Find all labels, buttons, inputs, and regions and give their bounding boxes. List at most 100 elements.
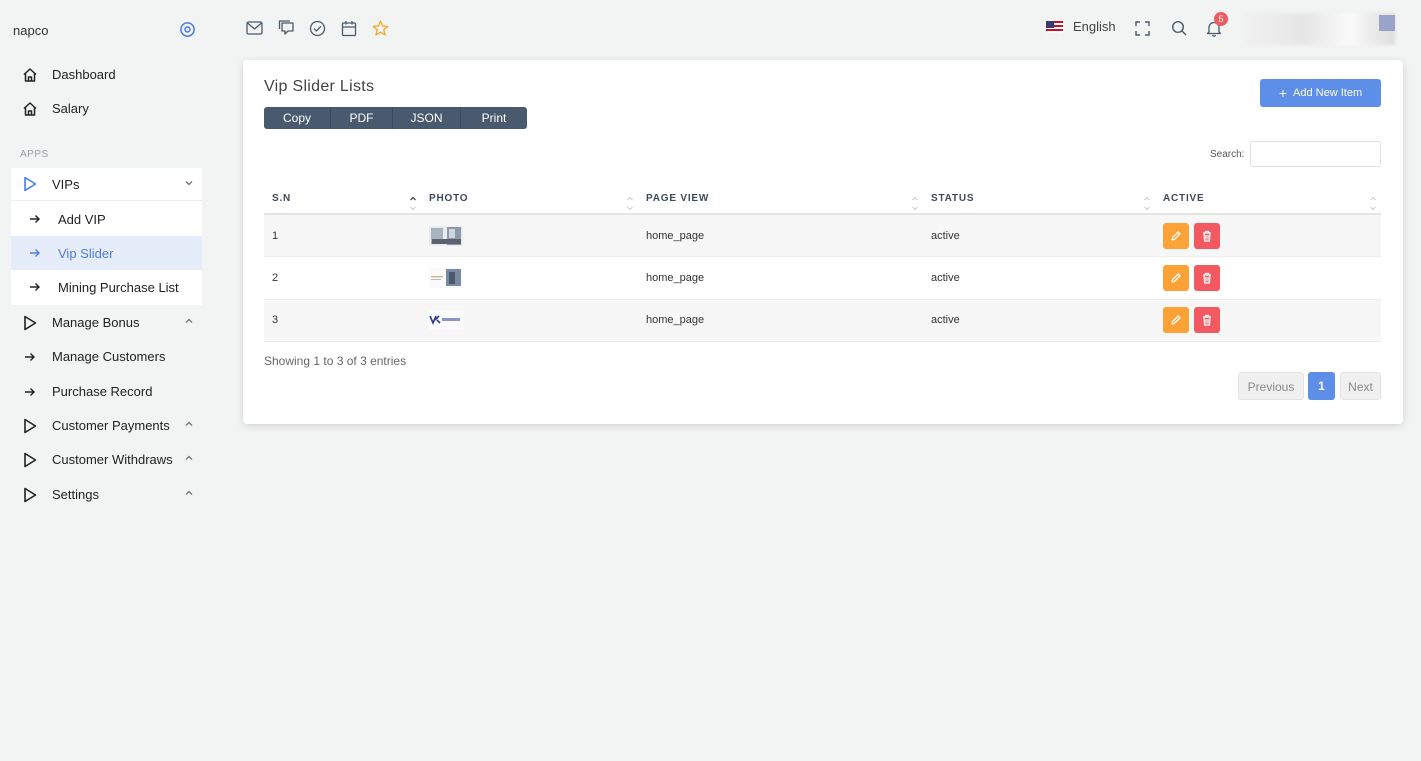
sidebar-item-label: Dashboard <box>52 67 116 82</box>
sidebar-item-purchase-record[interactable]: Purchase Record <box>11 375 202 408</box>
sidebar-item-salary[interactable]: Salary <box>11 92 202 125</box>
sidebar-item-vips[interactable]: VIPs <box>11 168 202 201</box>
cell-page-view: home_page <box>638 214 923 257</box>
sidebar-item-label: Manage Customers <box>52 349 166 364</box>
arrow-right-icon <box>29 246 43 260</box>
pencil-icon <box>1171 273 1181 283</box>
sidebar-item-dashboard[interactable]: Dashboard <box>11 58 202 91</box>
sort-asc-icon <box>410 196 416 211</box>
cell-sn: 3 <box>264 299 421 342</box>
copy-button[interactable]: Copy <box>264 107 331 129</box>
plus-icon: + <box>1278 85 1288 101</box>
cell-status: active <box>923 299 1155 342</box>
play-icon <box>21 175 39 193</box>
sidebar-item-manage-bonus[interactable]: Manage Bonus <box>11 306 202 339</box>
column-header-sn[interactable]: S.N <box>264 184 421 215</box>
arrow-right-icon <box>21 348 39 366</box>
brand-name[interactable]: napco <box>13 23 48 38</box>
home-icon <box>21 100 39 118</box>
arrow-right-icon <box>29 212 43 226</box>
sidebar-subitem-add-vip[interactable]: Add VIP <box>11 202 202 236</box>
print-button[interactable]: Print <box>461 107 527 129</box>
cell-sn: 1 <box>264 214 421 257</box>
vip-slider-card: Vip Slider Lists Copy PDF JSON Print + A… <box>243 60 1403 424</box>
search-input[interactable] <box>1250 141 1381 167</box>
cell-photo <box>421 299 638 342</box>
calendar-icon[interactable] <box>340 19 358 37</box>
chevron-up-icon <box>185 318 193 323</box>
pencil-icon <box>1171 230 1181 241</box>
column-header-status[interactable]: STATUS <box>923 184 1155 215</box>
column-header-page-view[interactable]: PAGE VIEW <box>638 184 923 215</box>
avatar[interactable] <box>1379 15 1395 31</box>
cell-status: active <box>923 256 1155 300</box>
sidebar-item-manage-customers[interactable]: Manage Customers <box>11 340 202 373</box>
sidebar-item-label: Manage Bonus <box>52 315 140 330</box>
cell-page-view: home_page <box>638 299 923 342</box>
play-icon <box>21 417 39 435</box>
delete-button[interactable] <box>1194 307 1221 334</box>
sort-icon <box>912 196 918 211</box>
fullscreen-icon[interactable] <box>1133 19 1151 37</box>
column-header-label: S.N <box>272 193 292 204</box>
next-page-button[interactable]: Next <box>1340 372 1381 400</box>
column-header-label: STATUS <box>931 193 975 204</box>
pdf-button[interactable]: PDF <box>331 107 393 129</box>
sidebar-item-settings[interactable]: Settings <box>11 478 202 511</box>
sidebar-subitem-label: Add VIP <box>58 211 106 227</box>
page-1-button[interactable]: 1 <box>1308 372 1335 400</box>
chevron-up-icon <box>185 421 193 426</box>
play-icon <box>21 314 39 332</box>
add-new-item-label: Add New Item <box>1293 87 1363 99</box>
column-header-active[interactable]: ACTIVE <box>1155 184 1381 215</box>
sidebar-item-label: Settings <box>52 487 99 502</box>
pagination: Previous 1 Next <box>1238 372 1381 400</box>
section-label-apps: APPS <box>20 149 49 160</box>
sidebar-item-label: VIPs <box>52 176 80 192</box>
sidebar-subitem-label: Mining Purchase List <box>58 279 179 295</box>
sidebar-subitem-vip-slider[interactable]: Vip Slider <box>11 236 202 270</box>
cell-page-view: home_page <box>638 256 923 300</box>
delete-button[interactable] <box>1194 264 1221 291</box>
edit-button[interactable] <box>1163 222 1189 249</box>
sidebar-toggle-icon[interactable] <box>179 21 196 38</box>
star-icon[interactable] <box>371 19 389 37</box>
sidebar-item-label: Customer Withdraws <box>52 452 173 467</box>
sort-icon <box>627 196 633 211</box>
language-selector[interactable]: English <box>1046 19 1116 34</box>
chevron-down-icon <box>185 181 193 186</box>
chat-icon[interactable] <box>277 19 295 37</box>
delete-button[interactable] <box>1194 222 1221 249</box>
sidebar-item-label: Customer Payments <box>52 418 170 433</box>
pencil-icon <box>1171 315 1181 325</box>
previous-page-button[interactable]: Previous <box>1238 372 1304 400</box>
chevron-up-icon <box>185 455 193 460</box>
user-profile[interactable] <box>1245 13 1395 45</box>
mail-icon[interactable] <box>245 19 263 37</box>
check-circle-icon[interactable] <box>308 19 326 37</box>
edit-button[interactable] <box>1163 264 1189 291</box>
table-info: Showing 1 to 3 of 3 entries <box>264 354 407 368</box>
add-new-item-button[interactable]: + Add New Item <box>1260 79 1381 107</box>
us-flag-icon <box>1046 20 1063 33</box>
sidebar: napco Dashboard Salary APPS VIPs Add VIP <box>0 0 214 761</box>
notification-badge: 5 <box>1214 12 1228 26</box>
sidebar-subitem-mining-purchase-list[interactable]: Mining Purchase List <box>11 270 202 304</box>
edit-button[interactable] <box>1163 307 1189 334</box>
slider-thumbnail[interactable] <box>429 225 463 247</box>
cell-photo <box>421 214 638 257</box>
sort-icon <box>1144 196 1150 211</box>
cell-actions <box>1155 214 1381 257</box>
cell-status: active <box>923 214 1155 257</box>
trash-icon <box>1203 272 1212 284</box>
search-icon[interactable] <box>1170 19 1188 37</box>
sidebar-item-customer-payments[interactable]: Customer Payments <box>11 409 202 442</box>
json-button[interactable]: JSON <box>393 107 461 129</box>
sidebar-item-customer-withdraws[interactable]: Customer Withdraws <box>11 443 202 476</box>
table-row: 2 home_page active <box>264 256 1381 300</box>
slider-thumbnail[interactable] <box>429 267 463 289</box>
slider-thumbnail[interactable] <box>429 309 463 331</box>
column-header-photo[interactable]: PHOTO <box>421 184 638 215</box>
column-header-label: PHOTO <box>429 193 469 204</box>
table-row: 3 home_page active <box>264 299 1381 342</box>
